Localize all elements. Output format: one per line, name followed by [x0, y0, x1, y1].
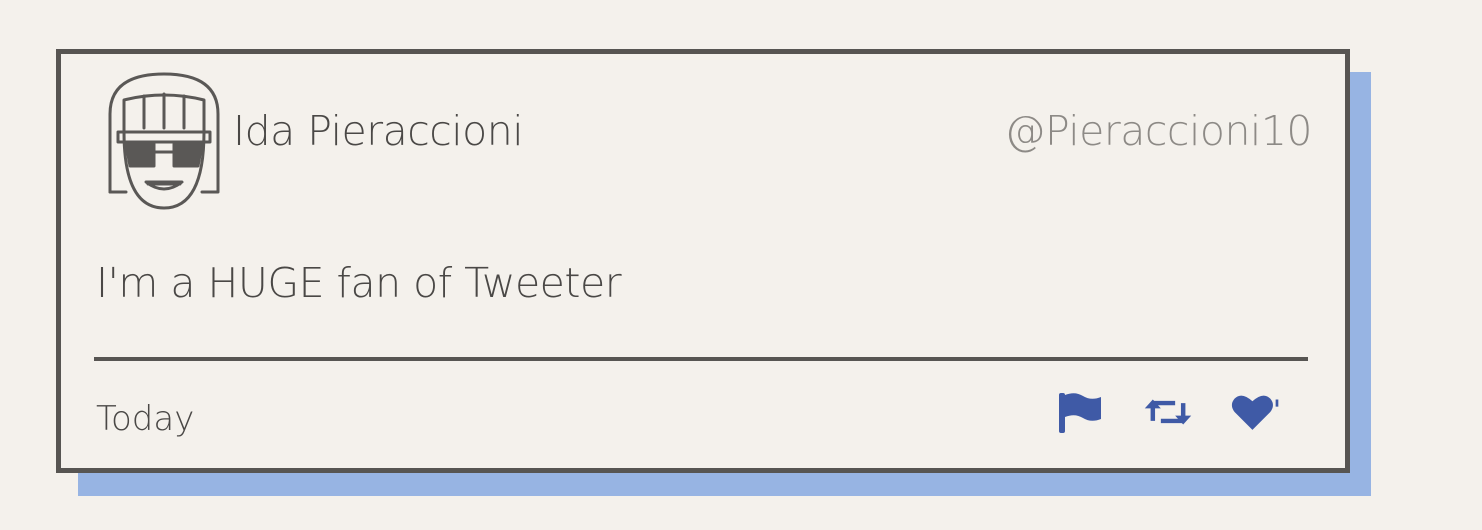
tweet-actions — [1055, 387, 1281, 437]
retweet-icon — [1144, 399, 1192, 425]
like-button[interactable] — [1231, 389, 1281, 435]
report-button[interactable] — [1055, 389, 1105, 435]
author-name[interactable]: Ida Pieraccioni — [233, 111, 524, 152]
timestamp: Today — [96, 399, 195, 439]
divider — [94, 357, 1308, 361]
avatar-icon — [108, 72, 220, 210]
author-handle[interactable]: @Pieraccioni10 — [1004, 111, 1312, 152]
heart-icon — [1231, 395, 1279, 430]
flag-icon — [1059, 393, 1101, 433]
retweet-button[interactable] — [1143, 389, 1193, 435]
tweet-card: Ida Pieraccioni @Pieraccioni10 I'm a HUG… — [56, 49, 1350, 473]
tweet-text: I'm a HUGE fan of Tweeter — [96, 259, 622, 307]
avatar[interactable] — [104, 68, 224, 210]
